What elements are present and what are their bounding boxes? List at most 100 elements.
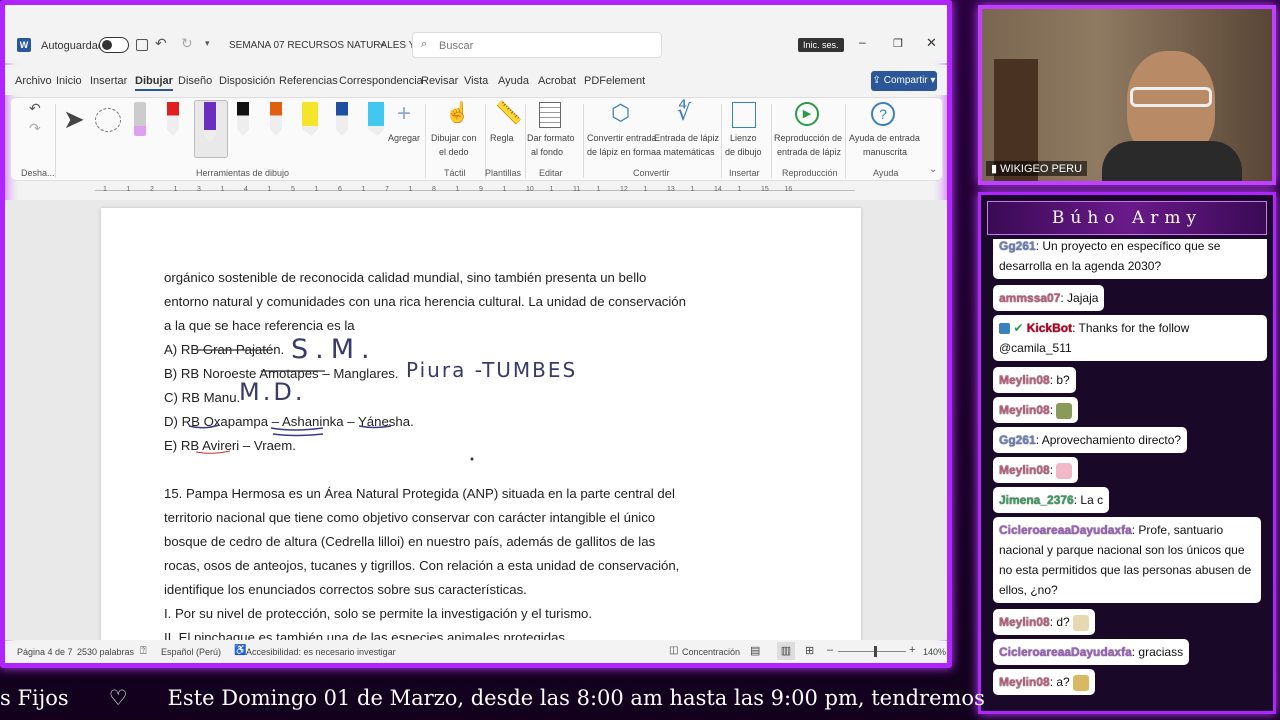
focus-mode[interactable]: Concentración xyxy=(682,647,740,657)
autosave-toggle[interactable] xyxy=(99,37,129,53)
save-icon[interactable] xyxy=(136,39,148,51)
zoom-out-icon[interactable]: – xyxy=(827,644,833,656)
tab-dibujar[interactable]: Dibujar xyxy=(135,75,173,91)
help-ink-label-2[interactable]: manuscrita xyxy=(863,146,907,159)
language-status[interactable]: Español (Perú) xyxy=(161,647,221,657)
draw-with-finger-icon[interactable]: ☝ xyxy=(445,100,470,125)
signin-button[interactable]: Inic. ses. xyxy=(798,38,844,52)
replay-label-2[interactable]: entrada de lápiz xyxy=(777,146,841,159)
zoom-slider[interactable] xyxy=(838,646,906,657)
tab-archivo[interactable]: Archivo xyxy=(15,75,52,87)
customize-icon[interactable]: ▾ xyxy=(205,38,210,49)
read-mode-icon[interactable]: ▤ xyxy=(750,644,760,657)
bg-format-label-1[interactable]: Dar formato xyxy=(527,132,575,145)
ruler-number: 1 xyxy=(737,186,742,193)
orange-pencil-icon[interactable] xyxy=(270,102,282,136)
chat-message: Gg261: Aprovechamiento directo? xyxy=(993,427,1188,453)
chat-username: Meylin08 xyxy=(999,403,1050,417)
word-logo-icon: W xyxy=(17,38,31,52)
ruler-label[interactable]: Regla xyxy=(490,132,514,145)
convert-shape-label-1[interactable]: Convertir entrada xyxy=(587,132,657,145)
document-page[interactable]: orgánico sostenible de reconocida calida… xyxy=(101,208,861,640)
ruler-number: 8 xyxy=(432,186,436,193)
chat-text: : xyxy=(1049,463,1054,477)
page-count[interactable]: Página 4 de 7 xyxy=(17,647,73,657)
cyan-highlighter-icon[interactable] xyxy=(368,102,384,136)
title-chevron-icon[interactable]: ⌄ xyxy=(378,38,386,49)
background-format-icon[interactable] xyxy=(539,102,561,128)
select-arrow-icon[interactable]: ➤ xyxy=(63,104,85,135)
draw-finger-label-1[interactable]: Dibujar con xyxy=(431,132,477,145)
redo-icon[interactable]: ↻ xyxy=(181,35,193,52)
webcam-panel: ▮ WIKIGEO PERU xyxy=(978,5,1276,185)
print-layout-icon[interactable]: ▥ xyxy=(777,642,795,660)
chat-text: : graciass xyxy=(1131,645,1184,659)
tab-inicio[interactable]: Inicio xyxy=(56,75,82,87)
zoom-level[interactable]: 140% xyxy=(923,647,946,657)
status-bar: Página 4 de 7 2530 palabras ⍰ Español (P… xyxy=(5,641,947,663)
replay-label-1[interactable]: Reproducción de xyxy=(774,132,842,145)
zoom-in-icon[interactable]: + xyxy=(909,644,915,656)
share-button[interactable]: ⇪ Compartir ▾ xyxy=(871,71,937,91)
restore-icon[interactable]: ❐ xyxy=(893,37,903,50)
yellow-highlighter-icon[interactable] xyxy=(302,102,318,136)
add-pen-icon[interactable]: + xyxy=(397,100,411,128)
word-count[interactable]: 2530 palabras xyxy=(77,647,134,657)
tab-ayuda[interactable]: Ayuda xyxy=(498,75,529,87)
proofing-icon[interactable]: ⍰ xyxy=(140,645,147,658)
math-label-2[interactable]: a matemáticas xyxy=(656,146,715,159)
search-placeholder: Buscar xyxy=(439,40,474,52)
chat-username: ammssa07 xyxy=(999,291,1061,305)
tab-referencias[interactable]: Referencias xyxy=(279,75,338,87)
web-layout-icon[interactable]: ⊞ xyxy=(805,644,814,657)
ruler-icon[interactable]: 📏 xyxy=(495,100,522,126)
ruler-number: 1 xyxy=(455,186,460,193)
tab-pdfelement[interactable]: PDFelement xyxy=(584,75,645,87)
tab-diseno[interactable]: Diseño xyxy=(178,75,212,87)
ruler-number: 10 xyxy=(526,186,534,193)
touch-group-label: Táctil xyxy=(444,168,466,178)
eraser-icon[interactable] xyxy=(134,102,146,136)
draw-finger-label-2[interactable]: el dedo xyxy=(439,146,469,159)
tab-correspondencia[interactable]: Correspondencia xyxy=(339,75,423,87)
tab-acrobat[interactable]: Acrobat xyxy=(538,75,576,87)
ink-replay-icon[interactable]: ▶ xyxy=(795,102,819,126)
chat-panel: Búho Army Gg261: Un proyecto en específi… xyxy=(978,192,1276,714)
canvas-label-2[interactable]: de dibujo xyxy=(725,146,762,159)
ink-help-icon[interactable]: ? xyxy=(871,102,895,126)
tab-insertar[interactable]: Insertar xyxy=(90,75,127,87)
ink-to-math-icon[interactable]: ∜ xyxy=(677,100,691,126)
search-icon: ⌕ xyxy=(421,38,428,50)
math-label-1[interactable]: Entrada de lápiz xyxy=(654,132,719,145)
black-pen-icon[interactable] xyxy=(237,102,249,136)
purple-pen-icon[interactable] xyxy=(204,102,216,142)
minimize-icon[interactable]: – xyxy=(859,35,866,49)
tab-vista[interactable]: Vista xyxy=(464,75,488,87)
drawing-canvas-icon[interactable] xyxy=(732,102,756,128)
ribbon-collapse-icon[interactable]: ⌄ xyxy=(929,164,937,175)
lasso-icon[interactable] xyxy=(95,108,121,132)
chat-username: CicleroareaaDayudaxfa xyxy=(999,645,1132,659)
document-title[interactable]: SEMANA 07 RECURSOS NATURALES Y... xyxy=(229,40,422,51)
blue-pen-icon[interactable] xyxy=(336,102,348,136)
tab-revisar[interactable]: Revisar xyxy=(421,75,458,87)
canvas-label-1[interactable]: Lienzo xyxy=(730,132,757,145)
ink-to-shape-icon[interactable]: ⬡ xyxy=(611,100,630,126)
bg-format-label-2[interactable]: al fondo xyxy=(531,146,563,159)
redo-ribbon-icon[interactable]: ↷ xyxy=(29,120,41,137)
ruler-number: 1 xyxy=(596,186,601,193)
red-pen-icon[interactable] xyxy=(167,102,179,136)
emote-icon xyxy=(1056,402,1073,419)
undo-ribbon-icon[interactable]: ↶ xyxy=(29,100,41,117)
close-icon[interactable]: ✕ xyxy=(926,35,937,51)
verified-icon: ✔ xyxy=(1013,321,1024,335)
undo-icon[interactable]: ↶ xyxy=(155,35,167,52)
help-ink-label-1[interactable]: Ayuda de entrada xyxy=(849,132,920,145)
webcam-name: WIKIGEO PERU xyxy=(1000,163,1083,175)
tab-disposicion[interactable]: Disposición xyxy=(219,75,275,87)
search-box[interactable]: ⌕ Buscar xyxy=(412,32,662,58)
convert-shape-label-2[interactable]: de lápiz en forma xyxy=(587,146,656,159)
accessibility-status[interactable]: Accesibilidad: es necesario investigar xyxy=(246,647,396,657)
ruler-number: 1 xyxy=(408,186,413,193)
add-pen-label[interactable]: Agregar xyxy=(388,132,420,145)
